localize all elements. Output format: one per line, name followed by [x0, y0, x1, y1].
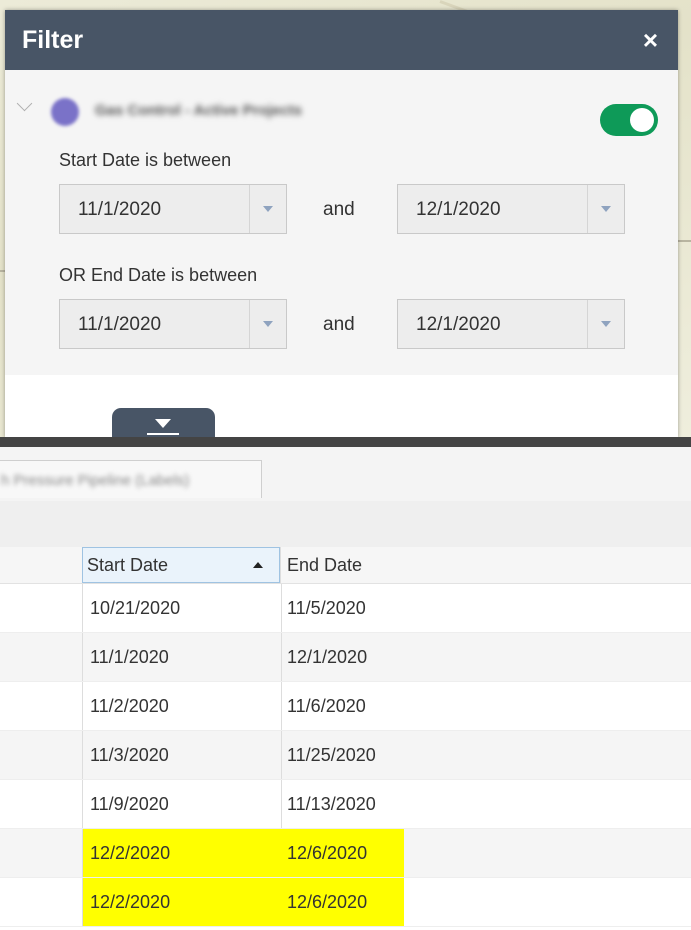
and-label: and [323, 314, 355, 335]
table-row[interactable]: 11/2/2020 11/6/2020 [0, 682, 691, 731]
start-date-cell: 11/9/2020 [82, 780, 282, 828]
table-toolbar [0, 501, 691, 548]
sort-ascending-icon [253, 562, 263, 568]
cell-text: 12/2/2020 [90, 843, 171, 863]
end-date-cell: 11/25/2020 [280, 731, 404, 779]
data-grid: Start Date End Date 10/21/2020 11/5/2020 1… [0, 547, 691, 927]
table-row[interactable]: 11/9/2020 11/13/2020 [0, 780, 691, 829]
start-date-cell: 12/2/2020 [82, 878, 282, 926]
table-tab-label: h Pressure Pipeline (Labels) [1, 472, 190, 489]
end-date-cell: 11/6/2020 [280, 682, 404, 730]
table-divider[interactable] [0, 437, 691, 447]
end-to-dropdown[interactable] [587, 300, 624, 348]
caret-down-icon [601, 321, 611, 327]
column-header-start-date[interactable]: Start Date [82, 547, 280, 583]
start-from-dropdown[interactable] [249, 185, 286, 233]
end-to-value: 12/1/2020 [416, 314, 501, 335]
cell-text: 12/6/2020 [287, 892, 368, 912]
start-to-value: 12/1/2020 [416, 199, 501, 220]
end-date-label: OR End Date is between [59, 265, 258, 285]
table-row[interactable]: 12/2/2020 12/6/2020 [0, 829, 691, 878]
cell-text: 12/6/2020 [287, 843, 368, 863]
cell-text: 11/1/2020 [90, 647, 169, 667]
end-date-cell: 12/6/2020 [280, 878, 404, 926]
cell-text: 11/9/2020 [90, 794, 169, 814]
end-date-cell: 12/1/2020 [280, 633, 404, 681]
end-date-cell: 11/5/2020 [280, 584, 404, 632]
start-from-value: 11/1/2020 [78, 199, 162, 220]
cell-text: 11/3/2020 [90, 745, 169, 765]
attribute-table: h Pressure Pipeline (Labels) Start Date … [0, 447, 691, 930]
caret-down-icon [263, 321, 273, 327]
end-from-value: 11/1/2020 [78, 314, 162, 335]
grid-header: Start Date End Date [0, 547, 691, 584]
layer-name: Gas Control - Active Projects [95, 102, 302, 119]
and-label: and [323, 199, 355, 220]
cell-text: 11/25/2020 [287, 745, 376, 765]
cell-text: 11/6/2020 [287, 696, 366, 716]
end-from-field[interactable]: 11/1/2020 [59, 299, 287, 349]
grid-rows: 10/21/2020 11/5/2020 11/1/2020 12/1/2020 11/… [0, 584, 691, 927]
cell-text: 10/21/2020 [90, 598, 181, 618]
start-date-cell: 11/1/2020 [82, 633, 282, 681]
cell-text: 11/13/2020 [287, 794, 376, 814]
toggle-knob [630, 108, 654, 132]
table-row[interactable]: 12/2/2020 12/6/2020 [0, 878, 691, 927]
end-date-cell: 12/6/2020 [280, 829, 404, 877]
cell-text: 11/5/2020 [287, 598, 366, 618]
caret-down-icon [263, 206, 273, 212]
start-from-field[interactable]: 11/1/2020 [59, 184, 287, 234]
layer-filter-row: Gas Control - Active Projects [16, 92, 659, 136]
filter-title: Filter [22, 25, 84, 54]
collapse-line [147, 433, 179, 435]
column-header-label: Start Date [87, 555, 169, 575]
filter-toggle[interactable] [600, 104, 658, 136]
collapse-table-button[interactable] [112, 408, 215, 440]
table-row[interactable]: 11/3/2020 11/25/2020 [0, 731, 691, 780]
end-to-field[interactable]: 12/1/2020 [397, 299, 625, 349]
cell-text: 12/2/2020 [90, 892, 171, 912]
arrow-down-icon [155, 419, 171, 428]
table-row[interactable]: 10/21/2020 11/5/2020 [0, 584, 691, 633]
column-header-end-date[interactable]: End Date [280, 547, 691, 583]
start-date-label: Start Date is between [59, 150, 232, 170]
filter-header: Filter × [5, 10, 678, 70]
start-date-cell: 11/3/2020 [82, 731, 282, 779]
cell-text: 11/2/2020 [90, 696, 169, 716]
caret-down-icon [601, 206, 611, 212]
end-from-dropdown[interactable] [249, 300, 286, 348]
start-date-cell: 10/21/2020 [82, 584, 282, 632]
end-date-cell: 11/13/2020 [280, 780, 404, 828]
close-icon[interactable]: × [643, 27, 658, 53]
start-to-field[interactable]: 12/1/2020 [397, 184, 625, 234]
column-header-label: End Date [287, 555, 363, 575]
start-date-cell: 12/2/2020 [82, 829, 282, 877]
filter-panel: Filter × Gas Control - Active Projects S… [5, 10, 678, 438]
filter-body: Gas Control - Active Projects Start Date… [5, 70, 678, 375]
cell-text: 12/1/2020 [287, 647, 368, 667]
table-tab-strip: h Pressure Pipeline (Labels) [0, 447, 691, 502]
table-row[interactable]: 11/1/2020 12/1/2020 [0, 633, 691, 682]
layer-symbol-icon [51, 98, 79, 126]
start-date-cell: 11/2/2020 [82, 682, 282, 730]
start-to-dropdown[interactable] [587, 185, 624, 233]
chevron-down-icon[interactable] [16, 95, 33, 112]
table-tab[interactable]: h Pressure Pipeline (Labels) [0, 460, 262, 498]
